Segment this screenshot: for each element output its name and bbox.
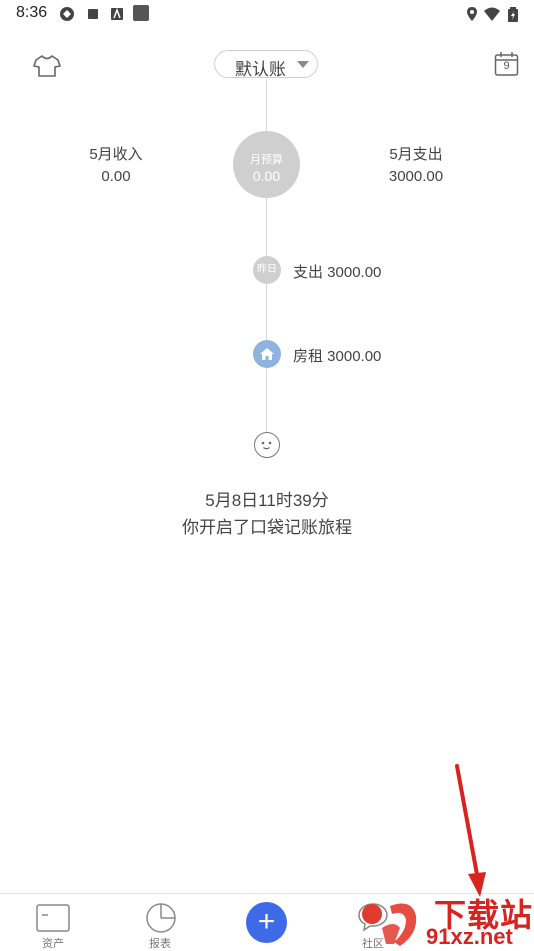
expense-label: 5月支出 xyxy=(389,146,443,163)
watermark-url: 91xz.net xyxy=(426,924,513,949)
battery-icon xyxy=(508,7,518,22)
yesterday-expense-total: 支出 3000.00 xyxy=(293,264,382,281)
expense-value: 3000.00 xyxy=(388,168,444,185)
account-name: 默认账 xyxy=(235,60,286,79)
nav-reports-label: 报表 xyxy=(149,938,171,950)
watermark-logo-icon xyxy=(362,903,417,946)
yesterday-badge: 昨日 xyxy=(253,256,281,284)
income-value: 0.00 xyxy=(101,168,131,185)
expense-summary: 5月支出 3000.00 xyxy=(366,144,466,188)
text-notification-icon xyxy=(111,7,123,20)
add-record-button[interactable]: + xyxy=(246,902,287,943)
skin-shirt-icon[interactable] xyxy=(33,54,61,78)
budget-value: 0.00 xyxy=(252,168,281,184)
budget-circle[interactable]: 月预算 0.00 xyxy=(233,131,300,198)
nav-assets-label: 资产 xyxy=(42,938,64,950)
budget-label: 月预算 xyxy=(250,154,283,166)
calendar-button[interactable]: 9 xyxy=(494,51,519,77)
location-icon xyxy=(467,7,477,21)
wifi-icon xyxy=(484,7,500,21)
income-label: 5月收入 xyxy=(89,146,143,163)
app-notification-icon xyxy=(60,7,74,21)
account-selector[interactable]: 默认账 xyxy=(214,50,318,79)
rent-category-node[interactable] xyxy=(253,340,281,368)
status-time: 8:36 xyxy=(16,4,48,21)
card-icon xyxy=(36,904,70,932)
income-summary: 5月收入 0.00 xyxy=(66,144,166,188)
pie-chart-icon xyxy=(146,903,176,933)
chevron-down-icon xyxy=(297,61,309,68)
start-datetime: 5月8日11时39分 xyxy=(205,491,329,510)
home-icon xyxy=(260,348,274,360)
nav-reports[interactable]: 报表 xyxy=(120,894,200,951)
watermark: 下载站 91xz.net xyxy=(360,890,534,950)
start-message: 你开启了口袋记账旅程 xyxy=(182,518,352,537)
smiley-icon xyxy=(254,432,280,458)
annotation-arrow-icon xyxy=(455,764,486,897)
nav-assets[interactable]: 资产 xyxy=(13,894,93,951)
calendar-day: 9 xyxy=(503,60,510,72)
rent-entry[interactable]: 房租 3000.00 xyxy=(293,345,381,366)
square-notification-icon xyxy=(88,9,98,19)
image-notification-icon xyxy=(133,5,149,21)
